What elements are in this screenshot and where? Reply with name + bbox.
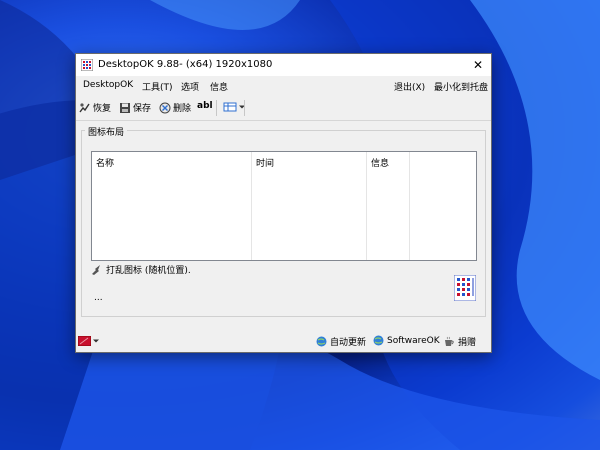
desktopok-window: DesktopOK 9.88- (x64) 1920x1080 ✕ Deskto… (75, 53, 492, 353)
toolbar: 恢复 保存 删除 abl (76, 99, 491, 117)
globe-icon (316, 336, 327, 347)
column-header-time[interactable]: 时间 (256, 156, 274, 169)
menu-tools[interactable]: 工具(T) (142, 80, 173, 93)
column-divider (366, 152, 367, 260)
menu-options[interactable]: 选项 (181, 80, 199, 93)
layout-view-dropdown[interactable] (223, 101, 245, 113)
menu-minimize-to-tray[interactable]: 最小化到托盘 (434, 80, 488, 93)
shuffle-label: 打乱图标 (随机位置). (106, 266, 191, 276)
toolbar-separator (216, 100, 217, 116)
desktop-grid-icon[interactable] (454, 275, 476, 301)
toolbar-separator (244, 100, 245, 116)
donate-link[interactable]: 捐赠 (444, 335, 476, 348)
save-label: 保存 (133, 104, 152, 114)
delete-button[interactable]: 删除 (159, 101, 191, 114)
layout-list[interactable]: 名称 时间 信息 (91, 151, 477, 261)
column-divider (251, 152, 252, 260)
desktopok-app-icon (81, 59, 93, 71)
donate-label: 捐赠 (458, 338, 477, 348)
softwareok-label: SoftwareOK (387, 335, 440, 346)
menu-exit[interactable]: 退出(X) (394, 80, 425, 93)
rename-icon: abl (197, 101, 213, 111)
rename-button[interactable]: abl (197, 101, 213, 111)
delete-label: 删除 (173, 104, 192, 114)
softwareok-link[interactable]: SoftwareOK (373, 335, 440, 346)
column-header-info[interactable]: 信息 (371, 156, 389, 169)
restore-label: 恢复 (93, 104, 112, 114)
column-header-name[interactable]: 名称 (96, 156, 114, 169)
theme-color-dropdown[interactable] (78, 336, 99, 346)
menu-bar: DesktopOK 工具(T) 选项 信息 退出(X) 最小化到托盘 (76, 78, 491, 94)
status-ellipsis: ... (94, 293, 103, 303)
chevron-down-icon (93, 339, 99, 343)
auto-update-label: 自动更新 (330, 338, 367, 348)
column-divider (409, 152, 410, 260)
shuffle-icons-link[interactable]: 打乱图标 (随机位置). (91, 263, 191, 276)
menu-info[interactable]: 信息 (210, 80, 228, 93)
toolbar-divider (76, 120, 491, 121)
red-flag-icon (78, 336, 91, 346)
title-bar[interactable]: DesktopOK 9.88- (x64) 1920x1080 ✕ (76, 54, 491, 76)
group-title: 图标布局 (85, 125, 128, 138)
list-view-icon (223, 102, 237, 112)
close-button[interactable]: ✕ (465, 54, 491, 76)
save-icon (120, 102, 130, 113)
status-bar: 自动更新 SoftwareOK 捐赠 (76, 330, 491, 352)
globe-icon (373, 335, 384, 346)
shuffle-icon (92, 264, 100, 275)
coffee-cup-icon (445, 336, 454, 346)
auto-update-link[interactable]: 自动更新 (316, 335, 366, 348)
save-button[interactable]: 保存 (119, 101, 151, 114)
restore-icon (79, 102, 90, 112)
restore-button[interactable]: 恢复 (79, 101, 111, 114)
window-title: DesktopOK 9.88- (x64) 1920x1080 (98, 59, 273, 70)
close-icon: ✕ (472, 58, 484, 72)
menu-desktopok[interactable]: DesktopOK (83, 80, 133, 90)
delete-icon (159, 102, 171, 113)
